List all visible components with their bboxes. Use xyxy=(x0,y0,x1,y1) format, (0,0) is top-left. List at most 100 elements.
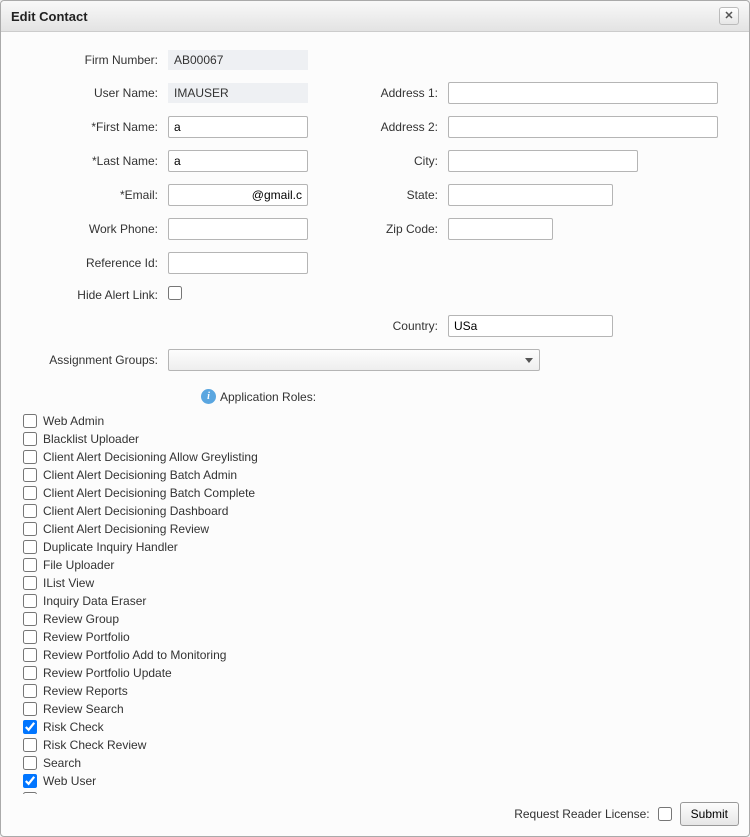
role-checkbox[interactable] xyxy=(23,684,37,698)
info-icon: i xyxy=(201,389,216,404)
city-label: City: xyxy=(318,154,438,168)
edit-contact-dialog: Edit Contact ✕ Firm Number: AB00067 User… xyxy=(0,0,750,837)
role-checkbox[interactable] xyxy=(23,666,37,680)
role-label: Client Alert Decisioning Allow Greylisti… xyxy=(43,448,258,466)
role-checkbox[interactable] xyxy=(23,612,37,626)
role-label: Web User xyxy=(43,772,96,790)
email-input[interactable] xyxy=(168,184,308,206)
firm-number-value: AB00067 xyxy=(168,50,308,70)
role-checkbox[interactable] xyxy=(23,576,37,590)
role-item: Inquiry Data Eraser xyxy=(23,592,729,610)
request-reader-license-checkbox[interactable] xyxy=(658,807,672,821)
address1-input[interactable] xyxy=(448,82,718,104)
role-checkbox[interactable] xyxy=(23,486,37,500)
role-checkbox[interactable] xyxy=(23,774,37,788)
role-item: Duplicate Inquiry Handler xyxy=(23,538,729,556)
role-item: Web User xyxy=(23,772,729,790)
role-checkbox[interactable] xyxy=(23,738,37,752)
role-item: Client Alert Decisioning Dashboard xyxy=(23,502,729,520)
reference-id-input[interactable] xyxy=(168,252,308,274)
role-label: Blacklist Uploader xyxy=(43,430,139,448)
address1-label: Address 1: xyxy=(318,86,438,100)
role-item: Review Portfolio Add to Monitoring xyxy=(23,646,729,664)
chevron-down-icon xyxy=(525,358,533,363)
role-item: Review Group xyxy=(23,610,729,628)
role-item: Blacklist Uploader xyxy=(23,430,729,448)
first-name-label: *First Name: xyxy=(21,120,158,134)
role-checkbox[interactable] xyxy=(23,630,37,644)
roles-list: Web AdminBlacklist UploaderClient Alert … xyxy=(21,412,729,794)
hide-alert-label: Hide Alert Link: xyxy=(21,288,158,302)
role-checkbox[interactable] xyxy=(23,648,37,662)
role-label: Review Group xyxy=(43,610,119,628)
role-checkbox[interactable] xyxy=(23,756,37,770)
user-name-value: IMAUSER xyxy=(168,83,308,103)
role-item: Risk Check Review xyxy=(23,736,729,754)
role-item: Web Admin xyxy=(23,412,729,430)
role-label: Review Search xyxy=(43,700,124,718)
role-item: Client Alert Decisioning Batch Complete xyxy=(23,484,729,502)
role-checkbox[interactable] xyxy=(23,450,37,464)
city-input[interactable] xyxy=(448,150,638,172)
role-checkbox[interactable] xyxy=(23,432,37,446)
role-checkbox[interactable] xyxy=(23,522,37,536)
address2-input[interactable] xyxy=(448,116,718,138)
firm-number-label: Firm Number: xyxy=(21,53,158,67)
role-checkbox[interactable] xyxy=(23,540,37,554)
last-name-input[interactable] xyxy=(168,150,308,172)
first-name-input[interactable] xyxy=(168,116,308,138)
role-label: Inquiry Data Eraser xyxy=(43,592,146,610)
role-label: Client Alert Decisioning Dashboard xyxy=(43,502,228,520)
role-label: Review Portfolio Add to Monitoring xyxy=(43,646,226,664)
role-checkbox[interactable] xyxy=(23,594,37,608)
role-item: Client Alert Decisioning Batch Admin xyxy=(23,466,729,484)
country-input[interactable] xyxy=(448,315,613,337)
submit-button[interactable]: Submit xyxy=(680,802,739,826)
form-grid: Firm Number: AB00067 User Name: IMAUSER … xyxy=(21,50,729,406)
role-item: File Uploader xyxy=(23,556,729,574)
user-name-label: User Name: xyxy=(21,86,158,100)
role-label: Search xyxy=(43,754,81,772)
role-item: IList View xyxy=(23,574,729,592)
role-item: Review Portfolio xyxy=(23,628,729,646)
last-name-label: *Last Name: xyxy=(21,154,158,168)
role-checkbox[interactable] xyxy=(23,720,37,734)
title-bar: Edit Contact ✕ xyxy=(1,1,749,32)
role-label: Review Reports xyxy=(43,682,128,700)
role-checkbox[interactable] xyxy=(23,414,37,428)
role-checkbox[interactable] xyxy=(23,558,37,572)
role-label: Web Admin xyxy=(43,412,104,430)
role-label: Duplicate Inquiry Handler xyxy=(43,538,178,556)
app-roles-header: Application Roles: xyxy=(220,390,316,404)
close-button[interactable]: ✕ xyxy=(719,7,739,25)
role-label: Client Alert Decisioning Batch Complete xyxy=(43,484,255,502)
dialog-content: Firm Number: AB00067 User Name: IMAUSER … xyxy=(1,32,749,794)
work-phone-input[interactable] xyxy=(168,218,308,240)
role-checkbox[interactable] xyxy=(23,468,37,482)
address2-label: Address 2: xyxy=(318,120,438,134)
request-reader-license-label: Request Reader License: xyxy=(514,807,649,821)
role-label: Risk Check Review xyxy=(43,736,146,754)
assignment-groups-label: Assignment Groups: xyxy=(21,353,158,367)
role-item: Risk Check xyxy=(23,718,729,736)
zip-label: Zip Code: xyxy=(318,222,438,236)
state-input[interactable] xyxy=(448,184,613,206)
role-item: Review Reports xyxy=(23,682,729,700)
role-checkbox[interactable] xyxy=(23,702,37,716)
role-item: Client Alert Decisioning Review xyxy=(23,520,729,538)
role-item: Review Search xyxy=(23,700,729,718)
role-label: Client Alert Decisioning Batch Admin xyxy=(43,466,237,484)
work-phone-label: Work Phone: xyxy=(21,222,158,236)
country-label: Country: xyxy=(318,319,438,333)
role-label: Client Alert Decisioning Review xyxy=(43,520,209,538)
role-label: File Uploader xyxy=(43,556,114,574)
role-label: Review Portfolio Update xyxy=(43,664,172,682)
assignment-groups-dropdown[interactable] xyxy=(168,349,540,371)
zip-input[interactable] xyxy=(448,218,553,240)
role-label: Review Portfolio xyxy=(43,628,130,646)
email-label: *Email: xyxy=(21,188,158,202)
role-item: Client Alert Decisioning Allow Greylisti… xyxy=(23,448,729,466)
hide-alert-checkbox[interactable] xyxy=(168,286,182,300)
role-item: Search xyxy=(23,754,729,772)
role-checkbox[interactable] xyxy=(23,504,37,518)
